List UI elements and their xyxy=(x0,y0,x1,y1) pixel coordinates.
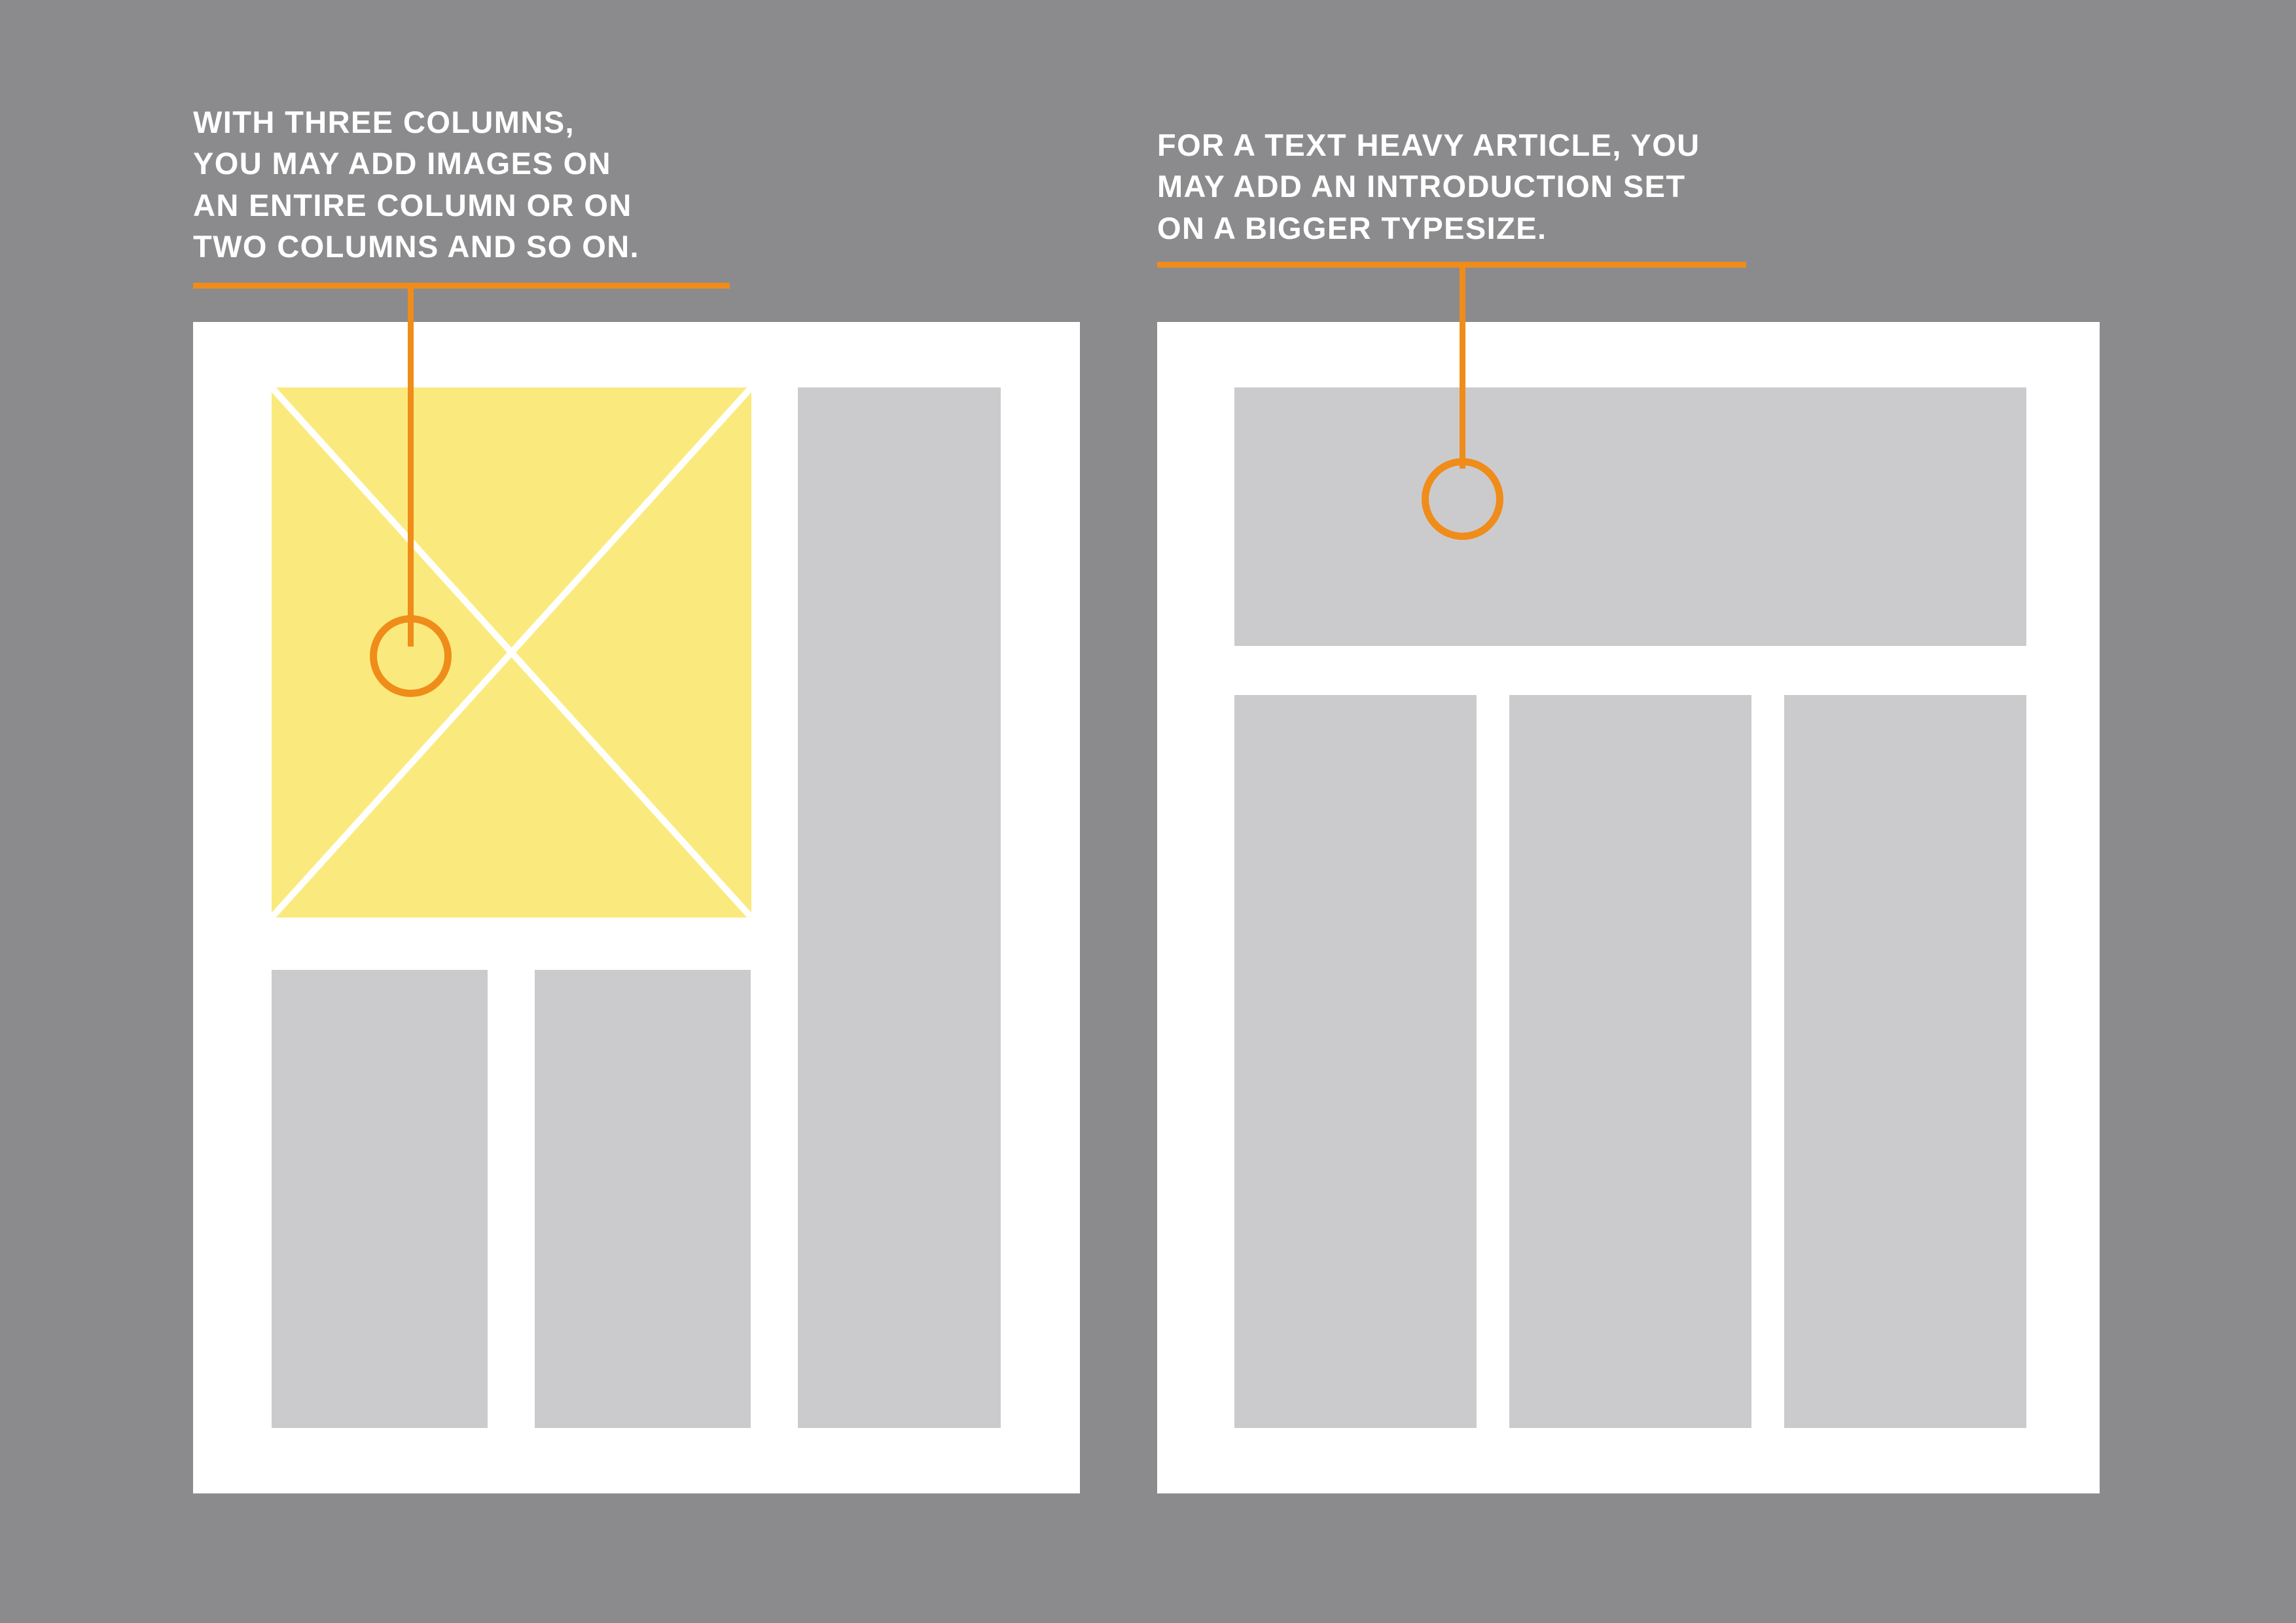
layout-example-three-column-with-image xyxy=(193,322,1080,1493)
caption-right: For a text heavy article, you may add an… xyxy=(1157,124,1746,249)
callout-rule-icon xyxy=(193,283,730,289)
text-column xyxy=(1234,695,1477,1428)
caption-left: With three columns, you may add images o… xyxy=(193,101,730,268)
intro-block xyxy=(1234,387,2026,646)
callout-rule-icon xyxy=(1157,262,1746,268)
text-column xyxy=(535,970,751,1428)
text-column xyxy=(272,970,488,1428)
image-placeholder xyxy=(272,387,751,918)
image-placeholder-cross-icon xyxy=(272,387,751,918)
layout-example-three-column-with-intro xyxy=(1157,322,2100,1493)
text-column xyxy=(798,387,1001,1428)
text-column xyxy=(1509,695,1751,1428)
text-column xyxy=(1784,695,2026,1428)
